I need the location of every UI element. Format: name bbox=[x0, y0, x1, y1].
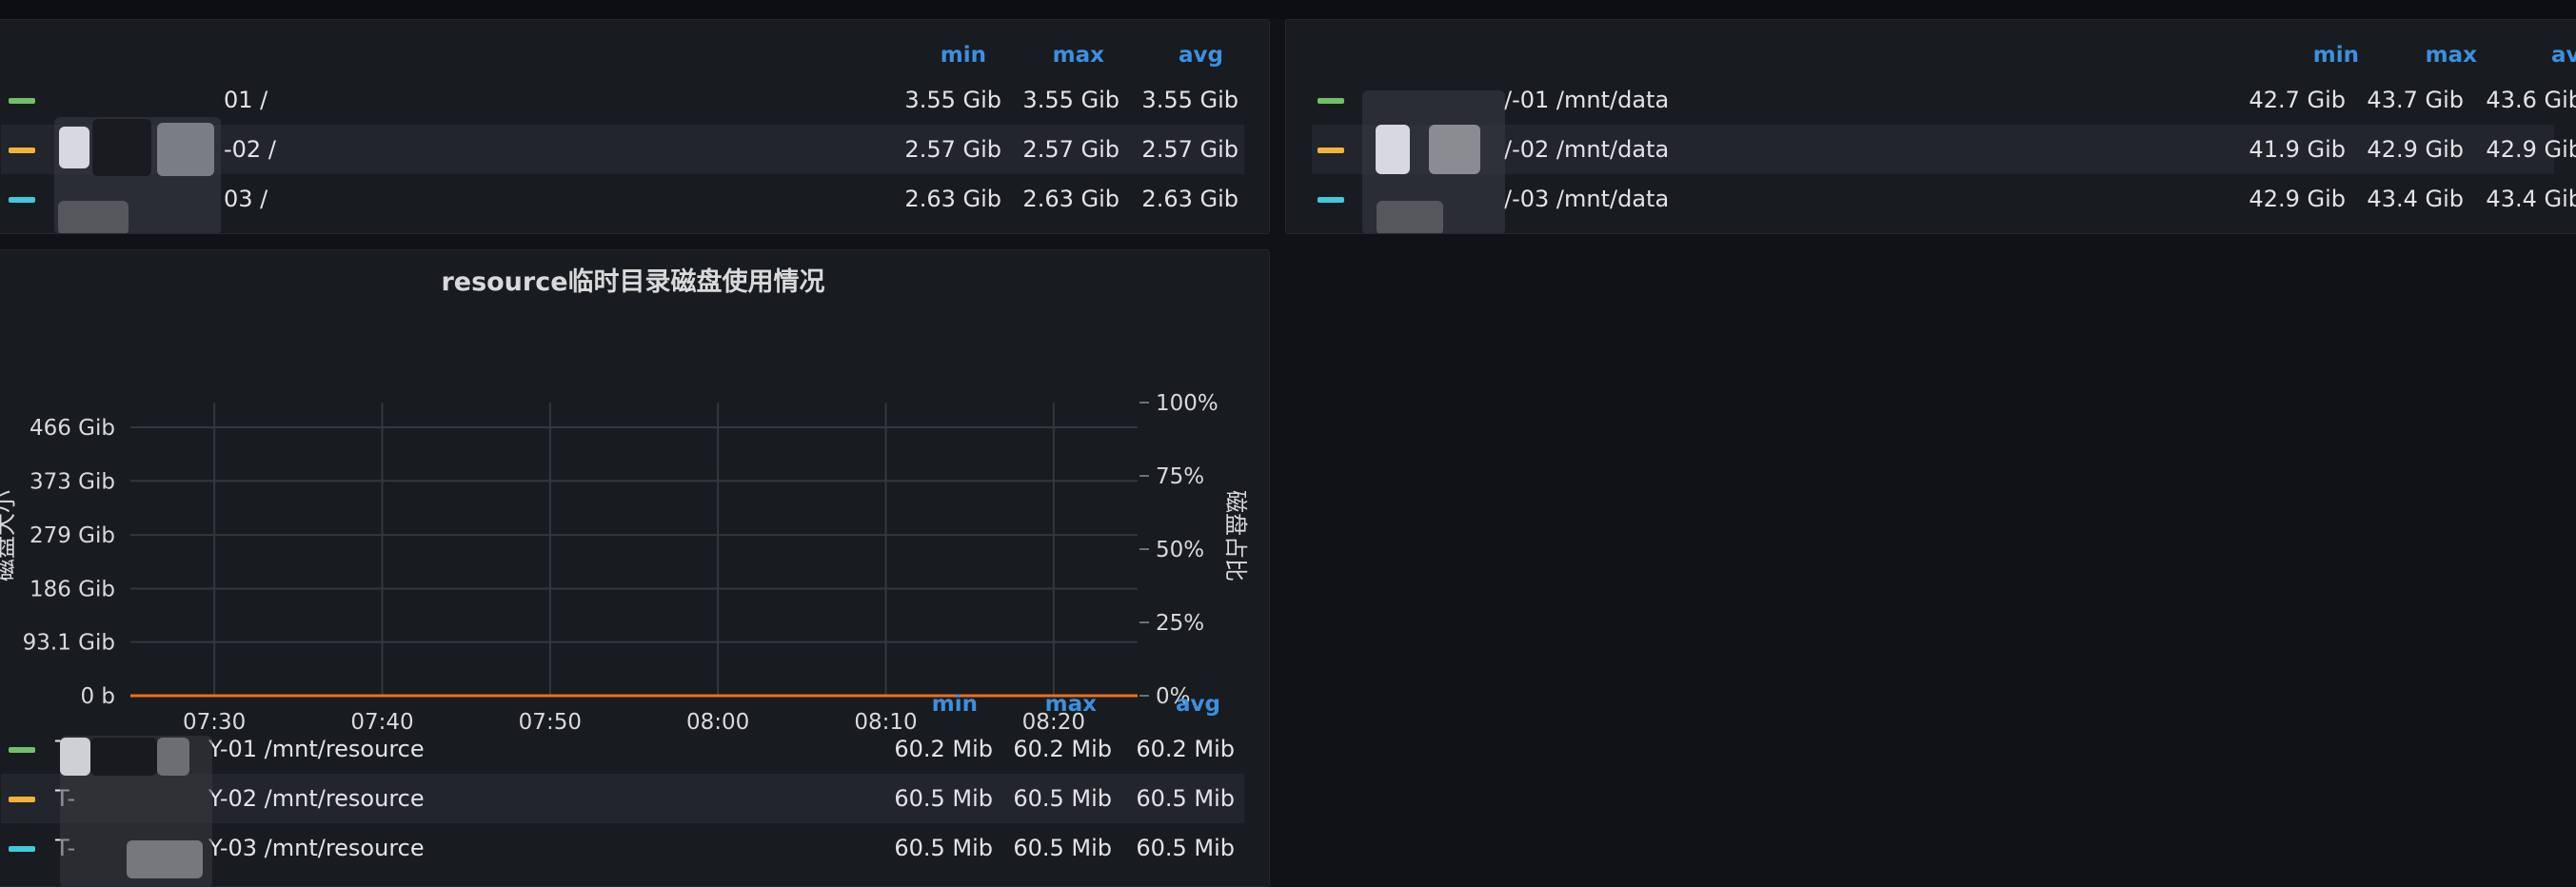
y-tick-label: 466 Gib bbox=[30, 416, 115, 441]
series-name: /-02 /mnt/data bbox=[1504, 136, 1670, 163]
value-max: 3.55 Gib bbox=[1022, 87, 1120, 113]
value-avg: 43.6 Gib bbox=[2486, 87, 2576, 113]
series-name: Y-03 /mnt/resource bbox=[208, 835, 425, 861]
value-min: 60.2 Mib bbox=[894, 736, 993, 762]
value-min: 3.55 Gib bbox=[904, 87, 1001, 113]
series1-swatch bbox=[1318, 98, 1344, 104]
value-avg: 60.5 Mib bbox=[1136, 785, 1235, 812]
y2-tick-label: 75% bbox=[1156, 464, 1204, 489]
y-tick-label: 186 Gib bbox=[30, 577, 115, 601]
y-tick-label: 279 Gib bbox=[30, 523, 115, 548]
legend-header: min max avg bbox=[0, 41, 1269, 69]
legend-header: min max avg bbox=[0, 690, 1269, 719]
series2-swatch bbox=[9, 797, 35, 802]
series-name: 01 / bbox=[224, 87, 268, 113]
panel-resource-disk: resource临时目录磁盘使用情况 磁盘大小 磁盘占比 0 b 93.1 Gib… bbox=[0, 249, 1270, 887]
series-name: -02 / bbox=[224, 136, 276, 163]
header-avg[interactable]: avg bbox=[2477, 41, 2576, 69]
legend-header: min max avg bbox=[1286, 41, 2576, 69]
redacted-blur bbox=[1376, 125, 1410, 174]
panel-root-disk: min max avg 01 / 3.55 Gib 3.55 Gib 3.55 … bbox=[0, 19, 1270, 234]
redacted-blur bbox=[157, 123, 214, 176]
redacted-blur bbox=[1377, 201, 1443, 233]
header-max[interactable]: max bbox=[2358, 41, 2477, 69]
redacted-blur bbox=[59, 127, 89, 168]
value-avg: 3.55 Gib bbox=[1141, 87, 1238, 113]
series-name: 03 / bbox=[224, 186, 268, 212]
value-avg: 2.57 Gib bbox=[1141, 136, 1238, 163]
header-max[interactable]: max bbox=[985, 41, 1104, 69]
value-avg: 60.5 Mib bbox=[1136, 835, 1235, 861]
y2-axis-label: 磁盘占比 bbox=[1222, 490, 1249, 581]
value-max: 42.9 Gib bbox=[2367, 136, 2464, 163]
value-min: 60.5 Mib bbox=[894, 785, 993, 812]
chart-title[interactable]: resource临时目录磁盘使用情况 bbox=[0, 264, 1269, 302]
y2-tick-label: 50% bbox=[1156, 538, 1204, 562]
series-name: Y-01 /mnt/resource bbox=[208, 736, 425, 762]
series2-swatch bbox=[9, 148, 35, 153]
series3-swatch bbox=[9, 846, 35, 852]
line-chart: 磁盘大小 磁盘占比 0 b93.1 Gib186 Gib279 Gib373 G… bbox=[0, 391, 1249, 735]
redacted-blur bbox=[58, 201, 129, 233]
value-min: 2.57 Gib bbox=[904, 136, 1001, 163]
value-avg: 2.63 Gib bbox=[1141, 186, 1238, 212]
header-max[interactable]: max bbox=[978, 690, 1097, 719]
value-min: 42.9 Gib bbox=[2249, 186, 2346, 212]
value-max: 43.7 Gib bbox=[2367, 87, 2464, 113]
header-min[interactable]: min bbox=[2240, 41, 2359, 69]
value-max: 60.2 Mib bbox=[1013, 736, 1112, 762]
redacted-blur bbox=[60, 738, 90, 776]
redacted-blur bbox=[157, 738, 189, 776]
series-name: /-01 /mnt/data bbox=[1504, 87, 1670, 113]
value-min: 2.63 Gib bbox=[904, 186, 1001, 212]
series1-swatch bbox=[9, 98, 35, 104]
series1-swatch bbox=[9, 747, 35, 753]
redacted-blur bbox=[90, 738, 157, 776]
value-min: 42.7 Gib bbox=[2249, 87, 2346, 113]
header-min[interactable]: min bbox=[867, 41, 986, 69]
series-name: /-03 /mnt/data bbox=[1504, 186, 1670, 212]
redacted-blur bbox=[1429, 125, 1480, 174]
header-min[interactable]: min bbox=[859, 690, 978, 719]
redacted-blur bbox=[92, 119, 151, 176]
y2-tick-label: 25% bbox=[1156, 611, 1204, 636]
y2-tick-label: 100% bbox=[1156, 391, 1219, 416]
series3-swatch bbox=[9, 197, 35, 203]
series2-swatch bbox=[1318, 148, 1344, 153]
value-avg: 43.4 Gib bbox=[2486, 186, 2576, 212]
value-max: 60.5 Mib bbox=[1013, 835, 1112, 861]
value-max: 43.4 Gib bbox=[2367, 186, 2464, 212]
series-name: Y-02 /mnt/resource bbox=[208, 785, 425, 812]
value-min: 60.5 Mib bbox=[894, 835, 993, 861]
value-avg: 60.2 Mib bbox=[1136, 736, 1235, 762]
y-axis-label: 磁盘大小 bbox=[0, 490, 18, 581]
value-max: 2.63 Gib bbox=[1022, 186, 1120, 212]
redacted-blur bbox=[127, 840, 203, 878]
panel-data-disk: min max avg /-01 /mnt/data 42.7 Gib 43.7… bbox=[1285, 19, 2576, 234]
y-tick-label: 373 Gib bbox=[30, 469, 115, 494]
value-min: 41.9 Gib bbox=[2249, 136, 2346, 163]
series3-swatch bbox=[1318, 197, 1344, 203]
header-avg[interactable]: avg bbox=[1101, 690, 1220, 719]
header-avg[interactable]: avg bbox=[1104, 41, 1223, 69]
top-strip bbox=[0, 0, 2576, 19]
value-max: 60.5 Mib bbox=[1013, 785, 1112, 812]
value-avg: 42.9 Gib bbox=[2486, 136, 2576, 163]
value-max: 2.57 Gib bbox=[1022, 136, 1120, 163]
y-tick-label: 93.1 Gib bbox=[23, 631, 115, 656]
